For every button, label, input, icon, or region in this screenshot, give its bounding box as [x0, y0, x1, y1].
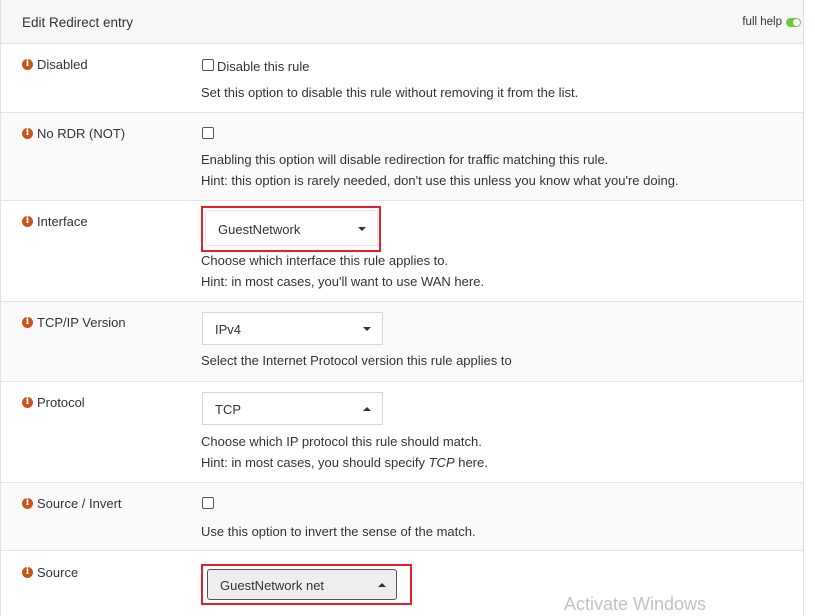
label-protocol: i Protocol [22, 395, 85, 410]
ip-version-select[interactable]: IPv4 [202, 312, 383, 345]
help-protocol-1: Choose which IP protocol this rule shoul… [201, 434, 482, 449]
full-help-toggle[interactable]: full help [742, 16, 801, 28]
toggle-switch-icon[interactable] [786, 17, 801, 27]
chevron-down-icon [363, 327, 371, 331]
help-no-rdr-1: Enabling this option will disable redire… [201, 152, 609, 167]
source-select[interactable]: GuestNetwork net [207, 569, 397, 600]
disable-rule-checkbox[interactable] [202, 59, 214, 71]
help-protocol-2: Hint: in most cases, you should specify … [201, 455, 488, 470]
help-no-rdr-2: Hint: this option is rarely needed, don'… [201, 173, 679, 188]
label-interface: i Interface [22, 214, 88, 229]
info-icon[interactable]: i [22, 59, 33, 70]
label-ip-version: i TCP/IP Version [22, 315, 126, 330]
info-icon[interactable]: i [22, 317, 33, 328]
help-ip-version: Select the Internet Protocol version thi… [201, 353, 512, 368]
label-source: i Source [22, 565, 78, 580]
activate-windows-watermark: Activate Windows [564, 594, 707, 614]
info-icon[interactable]: i [22, 216, 33, 227]
row-interface: i Interface GuestNetwork Choose which in… [0, 201, 804, 302]
source-invert-checkbox[interactable] [202, 497, 214, 509]
disable-rule-label[interactable]: Disable this rule [217, 59, 310, 74]
help-source-invert: Use this option to invert the sense of t… [201, 524, 476, 539]
info-icon[interactable]: i [22, 498, 33, 509]
help-interface-2: Hint: in most cases, you'll want to use … [201, 274, 485, 289]
page-title: Edit Redirect entry [22, 15, 134, 30]
edit-redirect-form: Edit Redirect entry full help i Disabled… [0, 0, 815, 616]
interface-select[interactable]: GuestNetwork [205, 210, 378, 246]
chevron-down-icon [358, 227, 366, 231]
label-source-invert: i Source / Invert [22, 496, 122, 511]
label-disabled: i Disabled [22, 57, 88, 72]
row-ip-version: i TCP/IP Version IPv4 Select the Interne… [0, 302, 804, 382]
row-no-rdr: i No RDR (NOT) Enabling this option will… [0, 113, 804, 201]
no-rdr-checkbox[interactable] [202, 127, 214, 139]
info-icon[interactable]: i [22, 397, 33, 408]
full-help-label: full help [742, 16, 782, 28]
info-icon[interactable]: i [22, 128, 33, 139]
help-interface-1: Choose which interface this rule applies… [201, 253, 449, 268]
row-source-invert: i Source / Invert Use this option to inv… [0, 483, 804, 551]
label-no-rdr: i No RDR (NOT) [22, 126, 125, 141]
info-icon[interactable]: i [22, 567, 33, 578]
row-disabled: i Disabled Disable this rule Set this op… [0, 44, 804, 113]
row-protocol: i Protocol TCP Choose which IP protocol … [0, 382, 804, 483]
help-disabled: Set this option to disable this rule wit… [201, 85, 579, 100]
protocol-select[interactable]: TCP [202, 392, 383, 425]
chevron-up-icon [378, 583, 386, 587]
form-header: Edit Redirect entry full help [0, 0, 804, 44]
chevron-up-icon [363, 407, 371, 411]
